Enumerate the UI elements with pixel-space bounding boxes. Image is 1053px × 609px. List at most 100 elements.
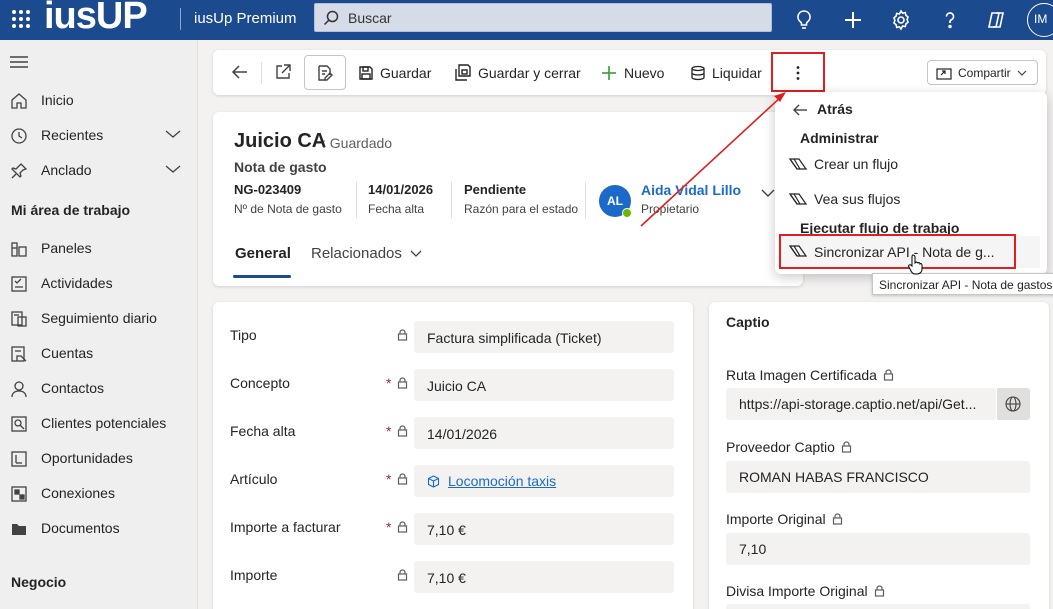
menu-section-administrar: Administrar — [800, 130, 879, 146]
proveedor-field[interactable]: ROMAN HABAS FRANCISCO — [726, 461, 1030, 493]
open-new-window-icon[interactable] — [274, 63, 292, 81]
menu-create-flow[interactable]: Crear un flujo — [775, 152, 1047, 178]
more-commands-button[interactable] — [771, 52, 825, 92]
field-value[interactable]: Juicio CA — [414, 369, 674, 401]
copilot-icon[interactable] — [984, 8, 1008, 32]
sidebar-item-label: Seguimiento diario — [41, 310, 157, 326]
save-label: Guardar — [380, 64, 432, 81]
sidebar-item-label: Recientes — [41, 127, 104, 143]
new-button[interactable]: Nuevo — [600, 50, 664, 95]
liquidar-label: Liquidar — [712, 64, 762, 81]
record-number-value: NG-023409 — [234, 182, 302, 197]
plus-icon[interactable] — [841, 8, 865, 32]
field-value[interactable]: 7,10 € — [414, 561, 674, 593]
fecha-alta-label: Fecha alta — [368, 202, 425, 216]
tooltip: Sincronizar API - Nota de gastos - — [872, 273, 1053, 295]
field-label: Importe a facturar — [230, 519, 341, 535]
sidebar-item-label: Actividades — [41, 275, 113, 291]
record-header: Juicio CA : Guardado Nota de gasto NG-02… — [213, 112, 803, 286]
new-label: Nuevo — [624, 64, 665, 81]
required-marker: * — [386, 519, 392, 535]
general-form-section: Tipo Factura simplificada (Ticket) Conce… — [213, 302, 693, 609]
lock-icon — [883, 369, 894, 381]
process-icon — [316, 64, 334, 82]
menu-view-flows[interactable]: Vea sus flujos — [775, 187, 1047, 213]
sidebar-item-seguimiento[interactable]: Seguimiento diario — [0, 304, 198, 334]
field-value[interactable]: 14/01/2026 — [414, 417, 674, 449]
sidebar-item-label: Documentos — [41, 520, 120, 536]
open-url-button[interactable] — [997, 388, 1030, 420]
lightbulb-icon[interactable] — [792, 8, 816, 32]
home-icon — [10, 92, 28, 110]
iusup-logo[interactable]: iusUP — [44, 0, 148, 38]
tracking-icon — [10, 310, 28, 328]
top-bar: iusUP iusUp Premium Buscar IM — [0, 0, 1053, 40]
divider — [585, 182, 586, 218]
highlight-box — [779, 234, 1016, 269]
dashboard-icon — [10, 240, 28, 258]
leads-icon — [10, 415, 28, 433]
chevron-down-icon — [410, 250, 422, 258]
importe-original-field[interactable]: 7,10 — [726, 533, 1030, 565]
save-and-close-button[interactable]: Guardar y cerrar — [454, 50, 581, 95]
tab-selected-indicator — [233, 275, 291, 278]
command-bar: Guardar Guardar y cerrar Nuevo Liquidar … — [213, 50, 1046, 95]
field-label: Tipo — [230, 327, 257, 343]
section-mi-area: Mi área de trabajo — [11, 202, 131, 218]
user-avatar[interactable]: IM — [1027, 3, 1053, 37]
fecha-alta-value: 14/01/2026 — [368, 182, 434, 197]
save-button[interactable]: Guardar — [358, 50, 431, 95]
required-marker: * — [386, 423, 392, 439]
sidebar-item-conexiones[interactable]: Conexiones — [0, 479, 198, 509]
field-label-text: Divisa Importe Original — [726, 583, 868, 599]
sidebar-item-paneles[interactable]: Paneles — [0, 234, 198, 264]
tab-relacionados[interactable]: Relacionados — [311, 245, 422, 262]
field-row-fecha-alta: Fecha alta * 14/01/2026 — [213, 417, 693, 451]
gear-icon[interactable] — [889, 8, 913, 32]
sidebar-item-recientes[interactable]: Recientes — [0, 121, 198, 151]
owner-name-link[interactable]: Aida Vidal Lillo — [641, 182, 741, 198]
sidebar-item-anclado[interactable]: Anclado — [0, 156, 198, 186]
process-button[interactable] — [304, 55, 346, 90]
pin-icon — [10, 162, 28, 180]
hamburger-icon[interactable] — [10, 55, 28, 69]
lock-icon — [397, 473, 408, 485]
back-arrow-icon[interactable] — [231, 63, 249, 81]
field-label-divisa: Divisa Importe Original — [726, 583, 885, 599]
menu-back[interactable]: Atrás — [775, 97, 1047, 123]
field-value[interactable]: 7,10 € — [414, 513, 674, 545]
sidebar-item-clientes[interactable]: Clientes potenciales — [0, 409, 198, 439]
sidebar-item-actividades[interactable]: Actividades — [0, 269, 198, 299]
lock-icon — [874, 585, 885, 597]
menu-view-flows-label: Vea sus flujos — [814, 191, 901, 207]
lock-icon — [397, 521, 408, 533]
help-icon[interactable] — [938, 8, 962, 32]
chevron-down-icon[interactable] — [164, 163, 182, 175]
app-name[interactable]: iusUp Premium — [194, 10, 297, 27]
articulo-link[interactable]: Locomoción taxis — [448, 473, 556, 489]
save-close-label: Guardar y cerrar — [478, 64, 581, 81]
waffle-icon[interactable] — [10, 8, 32, 30]
field-row-importe-facturar: Importe a facturar * 7,10 € — [213, 513, 693, 547]
liquidar-button[interactable]: Liquidar — [690, 50, 762, 95]
divisa-field[interactable] — [726, 604, 1030, 609]
back-arrow-icon — [792, 103, 808, 117]
field-label-importe-original: Importe Original — [726, 511, 843, 527]
sidebar-item-contactos[interactable]: Contactos — [0, 374, 198, 404]
sidebar-item-oportunidades[interactable]: Oportunidades — [0, 444, 198, 474]
chevron-down-icon[interactable] — [164, 128, 182, 140]
field-label-text: Proveedor Captio — [726, 439, 835, 455]
contact-icon — [10, 380, 28, 398]
ruta-url-field[interactable]: https://api-storage.captio.net/api/Get..… — [726, 388, 996, 420]
tab-general[interactable]: General — [235, 245, 291, 262]
status-reason-label: Razón para el estado — [464, 202, 579, 216]
sidebar-item-cuentas[interactable]: Cuentas — [0, 339, 198, 369]
chevron-down-icon[interactable] — [761, 188, 775, 198]
share-button[interactable]: Compartir — [927, 60, 1038, 85]
field-row-concepto: Concepto * Juicio CA — [213, 369, 693, 403]
field-value[interactable]: Factura simplificada (Ticket) — [414, 321, 674, 353]
sidebar-item-documentos[interactable]: Documentos — [0, 514, 198, 544]
sidebar-item-label: Cuentas — [41, 345, 94, 361]
sidebar-item-inicio[interactable]: Inicio — [0, 86, 198, 116]
search-input[interactable]: Buscar — [314, 3, 772, 32]
